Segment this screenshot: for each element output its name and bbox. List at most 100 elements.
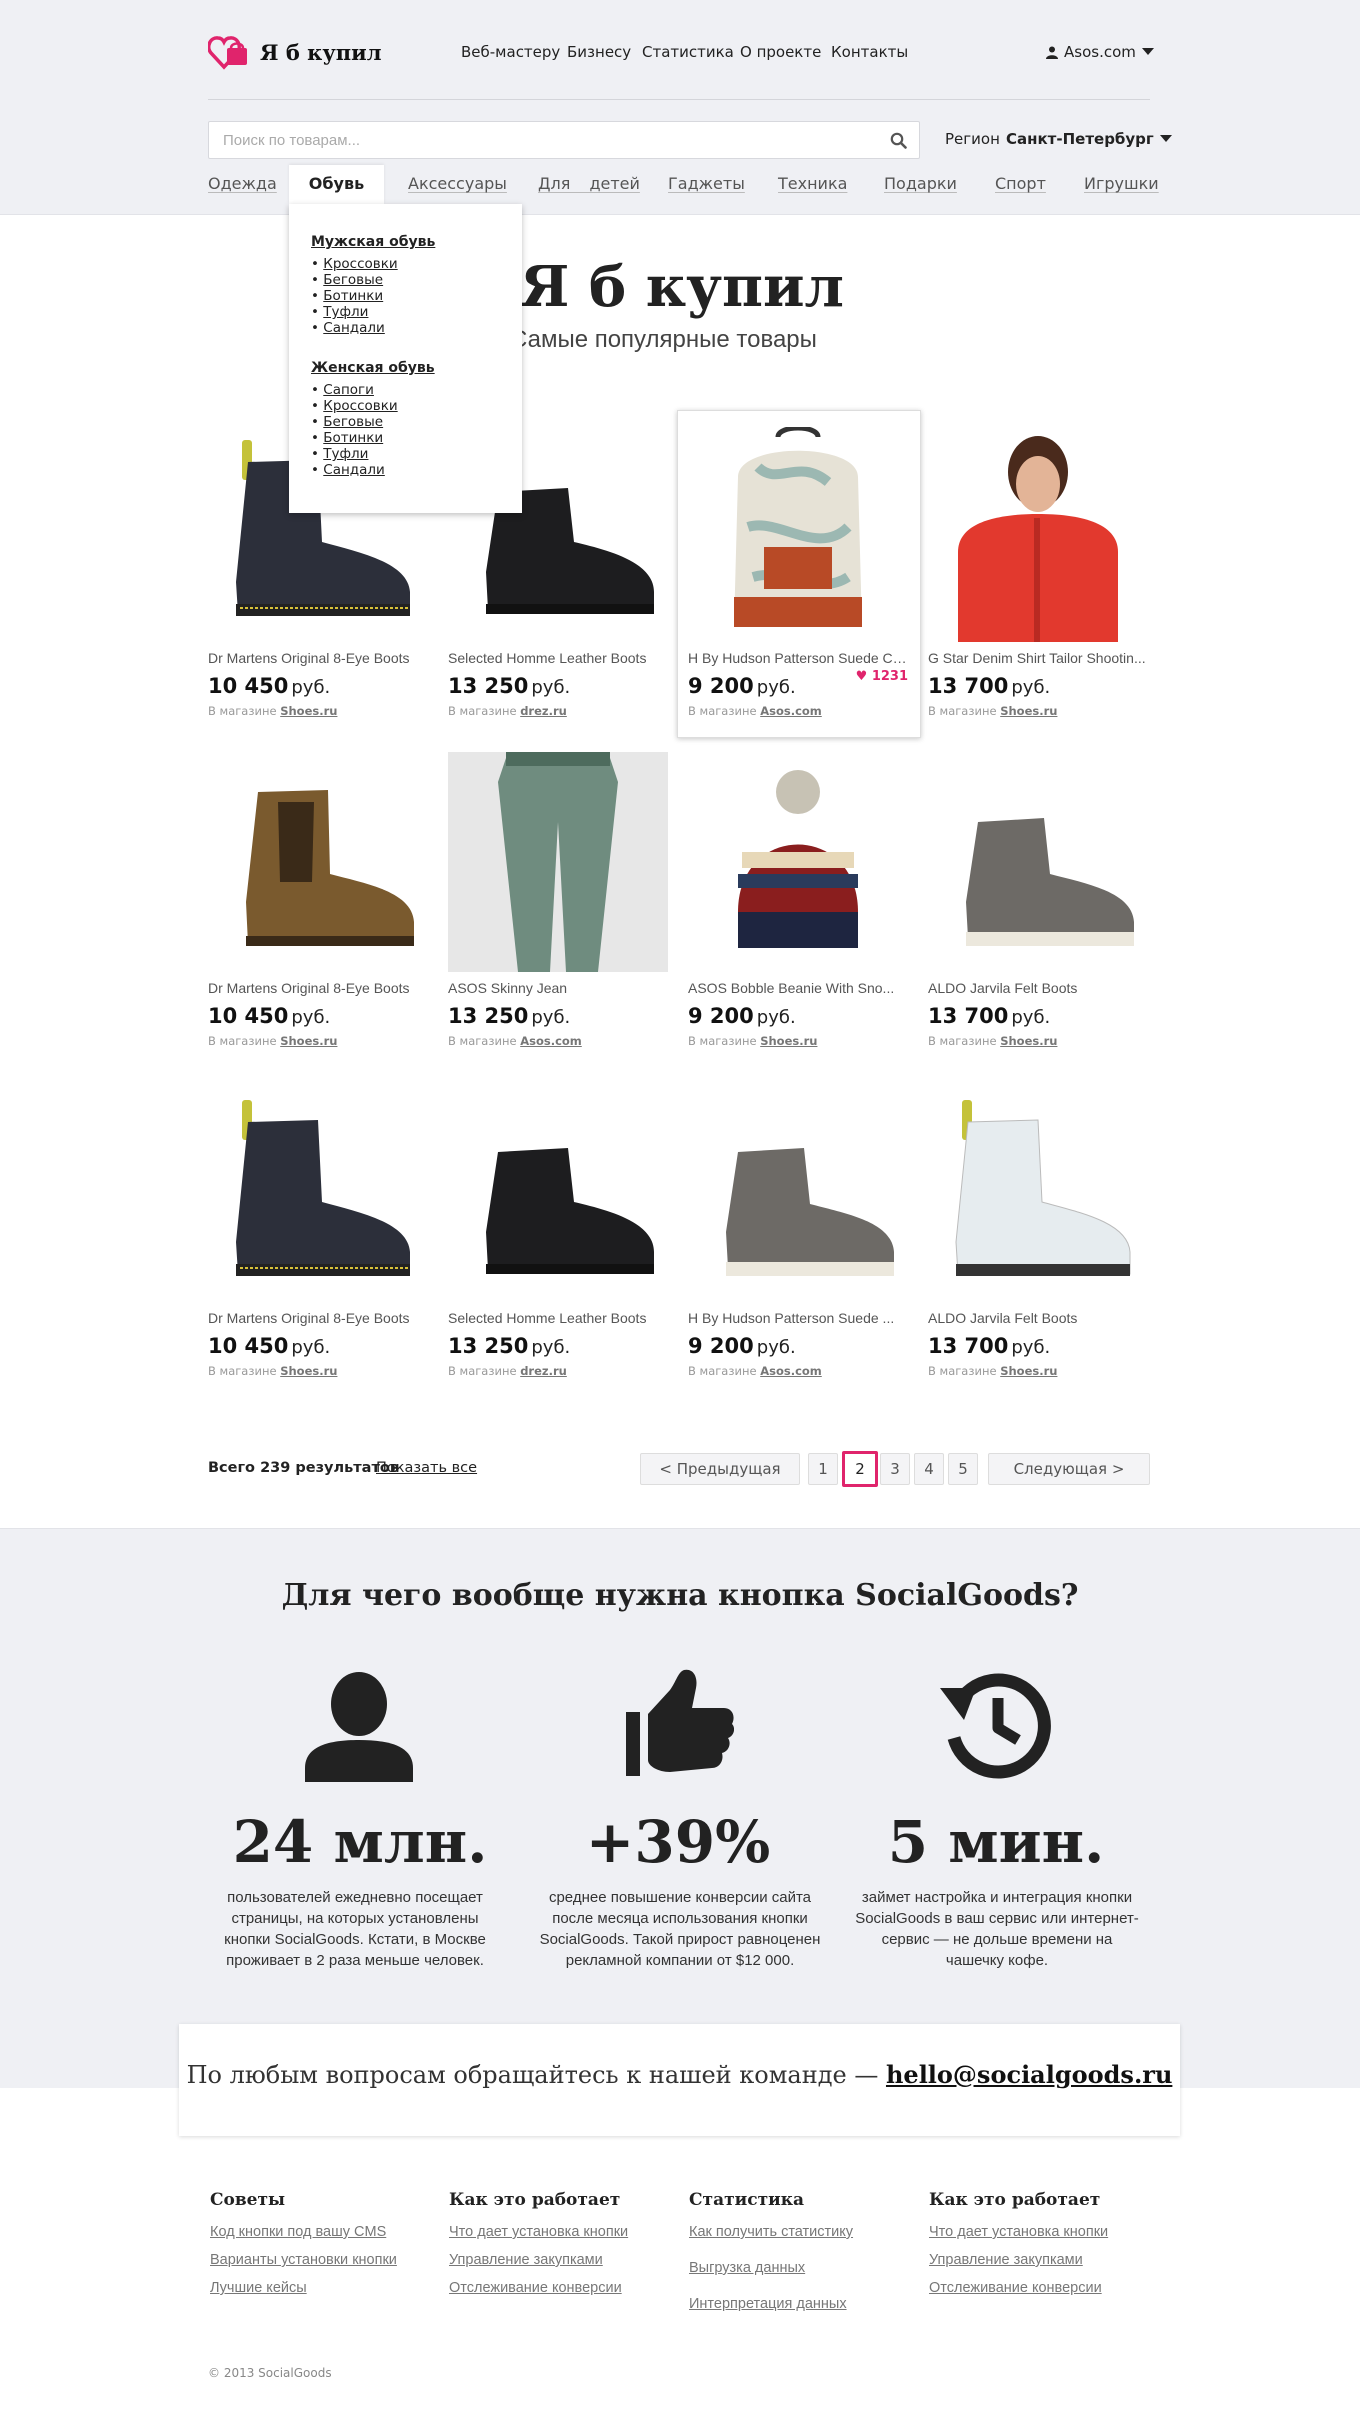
store-link[interactable]: Shoes.ru (760, 1034, 817, 1048)
product-card[interactable]: ALDO Jarvila Felt Boots 13 700 руб. В магаз… (928, 752, 1148, 1048)
jeans-icon[interactable] (448, 752, 668, 972)
store-link[interactable]: Shoes.ru (1000, 1034, 1057, 1048)
product-name[interactable]: Dr Martens Original 8-Eye Boots (208, 650, 428, 666)
page-5-button[interactable]: 5 (948, 1453, 978, 1485)
page-3-button[interactable]: 3 (880, 1453, 910, 1485)
footer-link[interactable]: Код кнопки под вашу CMS (210, 2224, 397, 2240)
search-icon[interactable] (890, 132, 907, 149)
product-card[interactable]: ASOS Skinny Jean 13 250 руб. В магазине Aso… (448, 752, 668, 1048)
category-kids[interactable]: Для детей (538, 174, 640, 193)
product-name[interactable]: ASOS Skinny Jean (448, 980, 668, 996)
search-input[interactable] (209, 122, 869, 158)
beanie-icon[interactable] (688, 752, 908, 972)
nav-business[interactable]: Бизнесу (567, 43, 631, 61)
page-1-button[interactable]: 1 (808, 1453, 838, 1485)
prev-page-button[interactable]: < Предыдущая (640, 1453, 800, 1485)
store-link[interactable]: Asos.com (760, 704, 822, 718)
product-name[interactable]: ASOS Bobble Beanie With Sno... (688, 980, 908, 996)
logo[interactable]: Я б купил (208, 34, 382, 70)
footer-link[interactable]: Отслеживание конверсии (929, 2280, 1108, 2296)
dropdown-item[interactable]: • Беговые (311, 272, 500, 288)
nav-webmaster[interactable]: Веб-мастеру (461, 43, 560, 61)
product-card[interactable]: H By Hudson Patterson Suede ... 9 200 руб.… (688, 1082, 908, 1378)
footer-link[interactable]: Отслеживание конверсии (449, 2280, 628, 2296)
category-toys[interactable]: Игрушки (1084, 174, 1159, 193)
category-gadgets[interactable]: Гаджеты (668, 174, 745, 193)
footer-link[interactable]: Что дает установка кнопки (449, 2224, 628, 2240)
store-link[interactable]: drez.ru (520, 704, 567, 718)
black-boot-icon[interactable] (208, 1082, 428, 1302)
price-currency: руб. (531, 1007, 571, 1028)
product-store: В магазине Asos.com (448, 1034, 668, 1048)
dropdown-item[interactable]: • Беговые (311, 414, 500, 430)
dropdown-men-title[interactable]: Мужская обувь (311, 234, 500, 250)
footer-link[interactable]: Варианты установки кнопки (210, 2252, 397, 2268)
category-shoes-active[interactable]: Обувь (289, 165, 384, 204)
store-link[interactable]: Shoes.ru (280, 1364, 337, 1378)
store-link[interactable]: Asos.com (760, 1364, 822, 1378)
product-card[interactable]: Selected Homme Leather Boots 13 250 руб. В … (448, 1082, 668, 1378)
contact-email-link[interactable]: hello@socialgoods.ru (886, 2060, 1172, 2089)
product-name[interactable]: ALDO Jarvila Felt Boots (928, 1310, 1148, 1326)
show-all-link[interactable]: Показать все (376, 1460, 477, 1476)
product-card[interactable]: Dr Martens Original 8-Eye Boots 10 450 руб… (208, 1082, 428, 1378)
dropdown-item[interactable]: • Туфли (311, 304, 500, 320)
nav-contacts[interactable]: Контакты (831, 43, 908, 61)
footer-link[interactable]: Что дает установка кнопки (929, 2224, 1108, 2240)
footer-link[interactable]: Как получить статистику (689, 2224, 853, 2240)
dropdown-item[interactable]: • Кроссовки (311, 256, 500, 272)
product-card[interactable]: ALDO Jarvila Felt Boots 13 700 руб. В магаз… (928, 1082, 1148, 1378)
product-card[interactable]: Dr Martens Original 8-Eye Boots 10 450 руб… (208, 752, 428, 1048)
red-shirt-icon[interactable] (928, 422, 1148, 642)
page-4-button[interactable]: 4 (914, 1453, 944, 1485)
grey-boot-icon[interactable] (928, 752, 1148, 972)
product-name[interactable]: Selected Homme Leather Boots (448, 1310, 668, 1326)
dropdown-item[interactable]: • Туфли (311, 446, 500, 462)
product-card[interactable]: ASOS Bobble Beanie With Sno... 9 200 руб. В… (688, 752, 908, 1048)
product-name[interactable]: H By Hudson Patterson Suede Ch... (688, 650, 908, 666)
footer-link[interactable]: Выгрузка данных (689, 2260, 853, 2276)
dropdown-item[interactable]: • Сапоги (311, 382, 500, 398)
dropdown-item[interactable]: • Сандали (311, 320, 500, 336)
product-name[interactable]: Dr Martens Original 8-Eye Boots (208, 1310, 428, 1326)
store-link[interactable]: Shoes.ru (1000, 1364, 1057, 1378)
account-menu[interactable]: Asos.com (1046, 43, 1154, 61)
product-name[interactable]: Selected Homme Leather Boots (448, 650, 668, 666)
backpack-icon[interactable] (688, 422, 908, 642)
category-accessories[interactable]: Аксессуары (408, 174, 507, 193)
product-card[interactable]: G Star Denim Shirt Tailor Shootin... 13 7… (928, 422, 1148, 718)
dropdown-item[interactable]: • Ботинки (311, 288, 500, 304)
footer-link[interactable]: Управление закупками (929, 2252, 1108, 2268)
chelsea-boot-icon[interactable] (208, 752, 428, 972)
next-page-button[interactable]: Следующая > (988, 1453, 1150, 1485)
footer-link[interactable]: Управление закупками (449, 2252, 628, 2268)
footer-link[interactable]: Интерпретация данных (689, 2296, 853, 2312)
nav-about[interactable]: О проекте (740, 43, 821, 61)
white-boot-icon[interactable] (928, 1082, 1148, 1302)
footer-link[interactable]: Лучшие кейсы (210, 2280, 397, 2296)
category-tech[interactable]: Техника (778, 174, 847, 193)
region-select[interactable]: Санкт-Петербург (1006, 130, 1172, 148)
store-link[interactable]: Shoes.ru (280, 704, 337, 718)
black-shoe-icon[interactable] (448, 1082, 668, 1302)
dropdown-women-title[interactable]: Женская обувь (311, 360, 500, 376)
nav-statistics[interactable]: Статистика (642, 43, 734, 61)
store-link[interactable]: Shoes.ru (1000, 704, 1057, 718)
store-link[interactable]: Asos.com (520, 1034, 582, 1048)
dropdown-item[interactable]: • Ботинки (311, 430, 500, 446)
product-name[interactable]: H By Hudson Patterson Suede ... (688, 1310, 908, 1326)
category-sport[interactable]: Спорт (995, 174, 1046, 193)
product-card[interactable]: H By Hudson Patterson Suede Ch... 9 200 ру… (688, 422, 908, 718)
grey-boot-icon[interactable] (688, 1082, 908, 1302)
store-link[interactable]: Shoes.ru (280, 1034, 337, 1048)
page-2-button-active[interactable]: 2 (842, 1451, 878, 1487)
category-clothes[interactable]: Одежда (208, 174, 277, 193)
product-name[interactable]: Dr Martens Original 8-Eye Boots (208, 980, 428, 996)
product-name[interactable]: ALDO Jarvila Felt Boots (928, 980, 1148, 996)
product-price: 10 450 руб. (208, 1004, 428, 1028)
dropdown-item[interactable]: • Кроссовки (311, 398, 500, 414)
dropdown-item[interactable]: • Сандали (311, 462, 500, 478)
category-gifts[interactable]: Подарки (884, 174, 957, 193)
product-name[interactable]: G Star Denim Shirt Tailor Shootin... (928, 650, 1148, 666)
store-link[interactable]: drez.ru (520, 1364, 567, 1378)
